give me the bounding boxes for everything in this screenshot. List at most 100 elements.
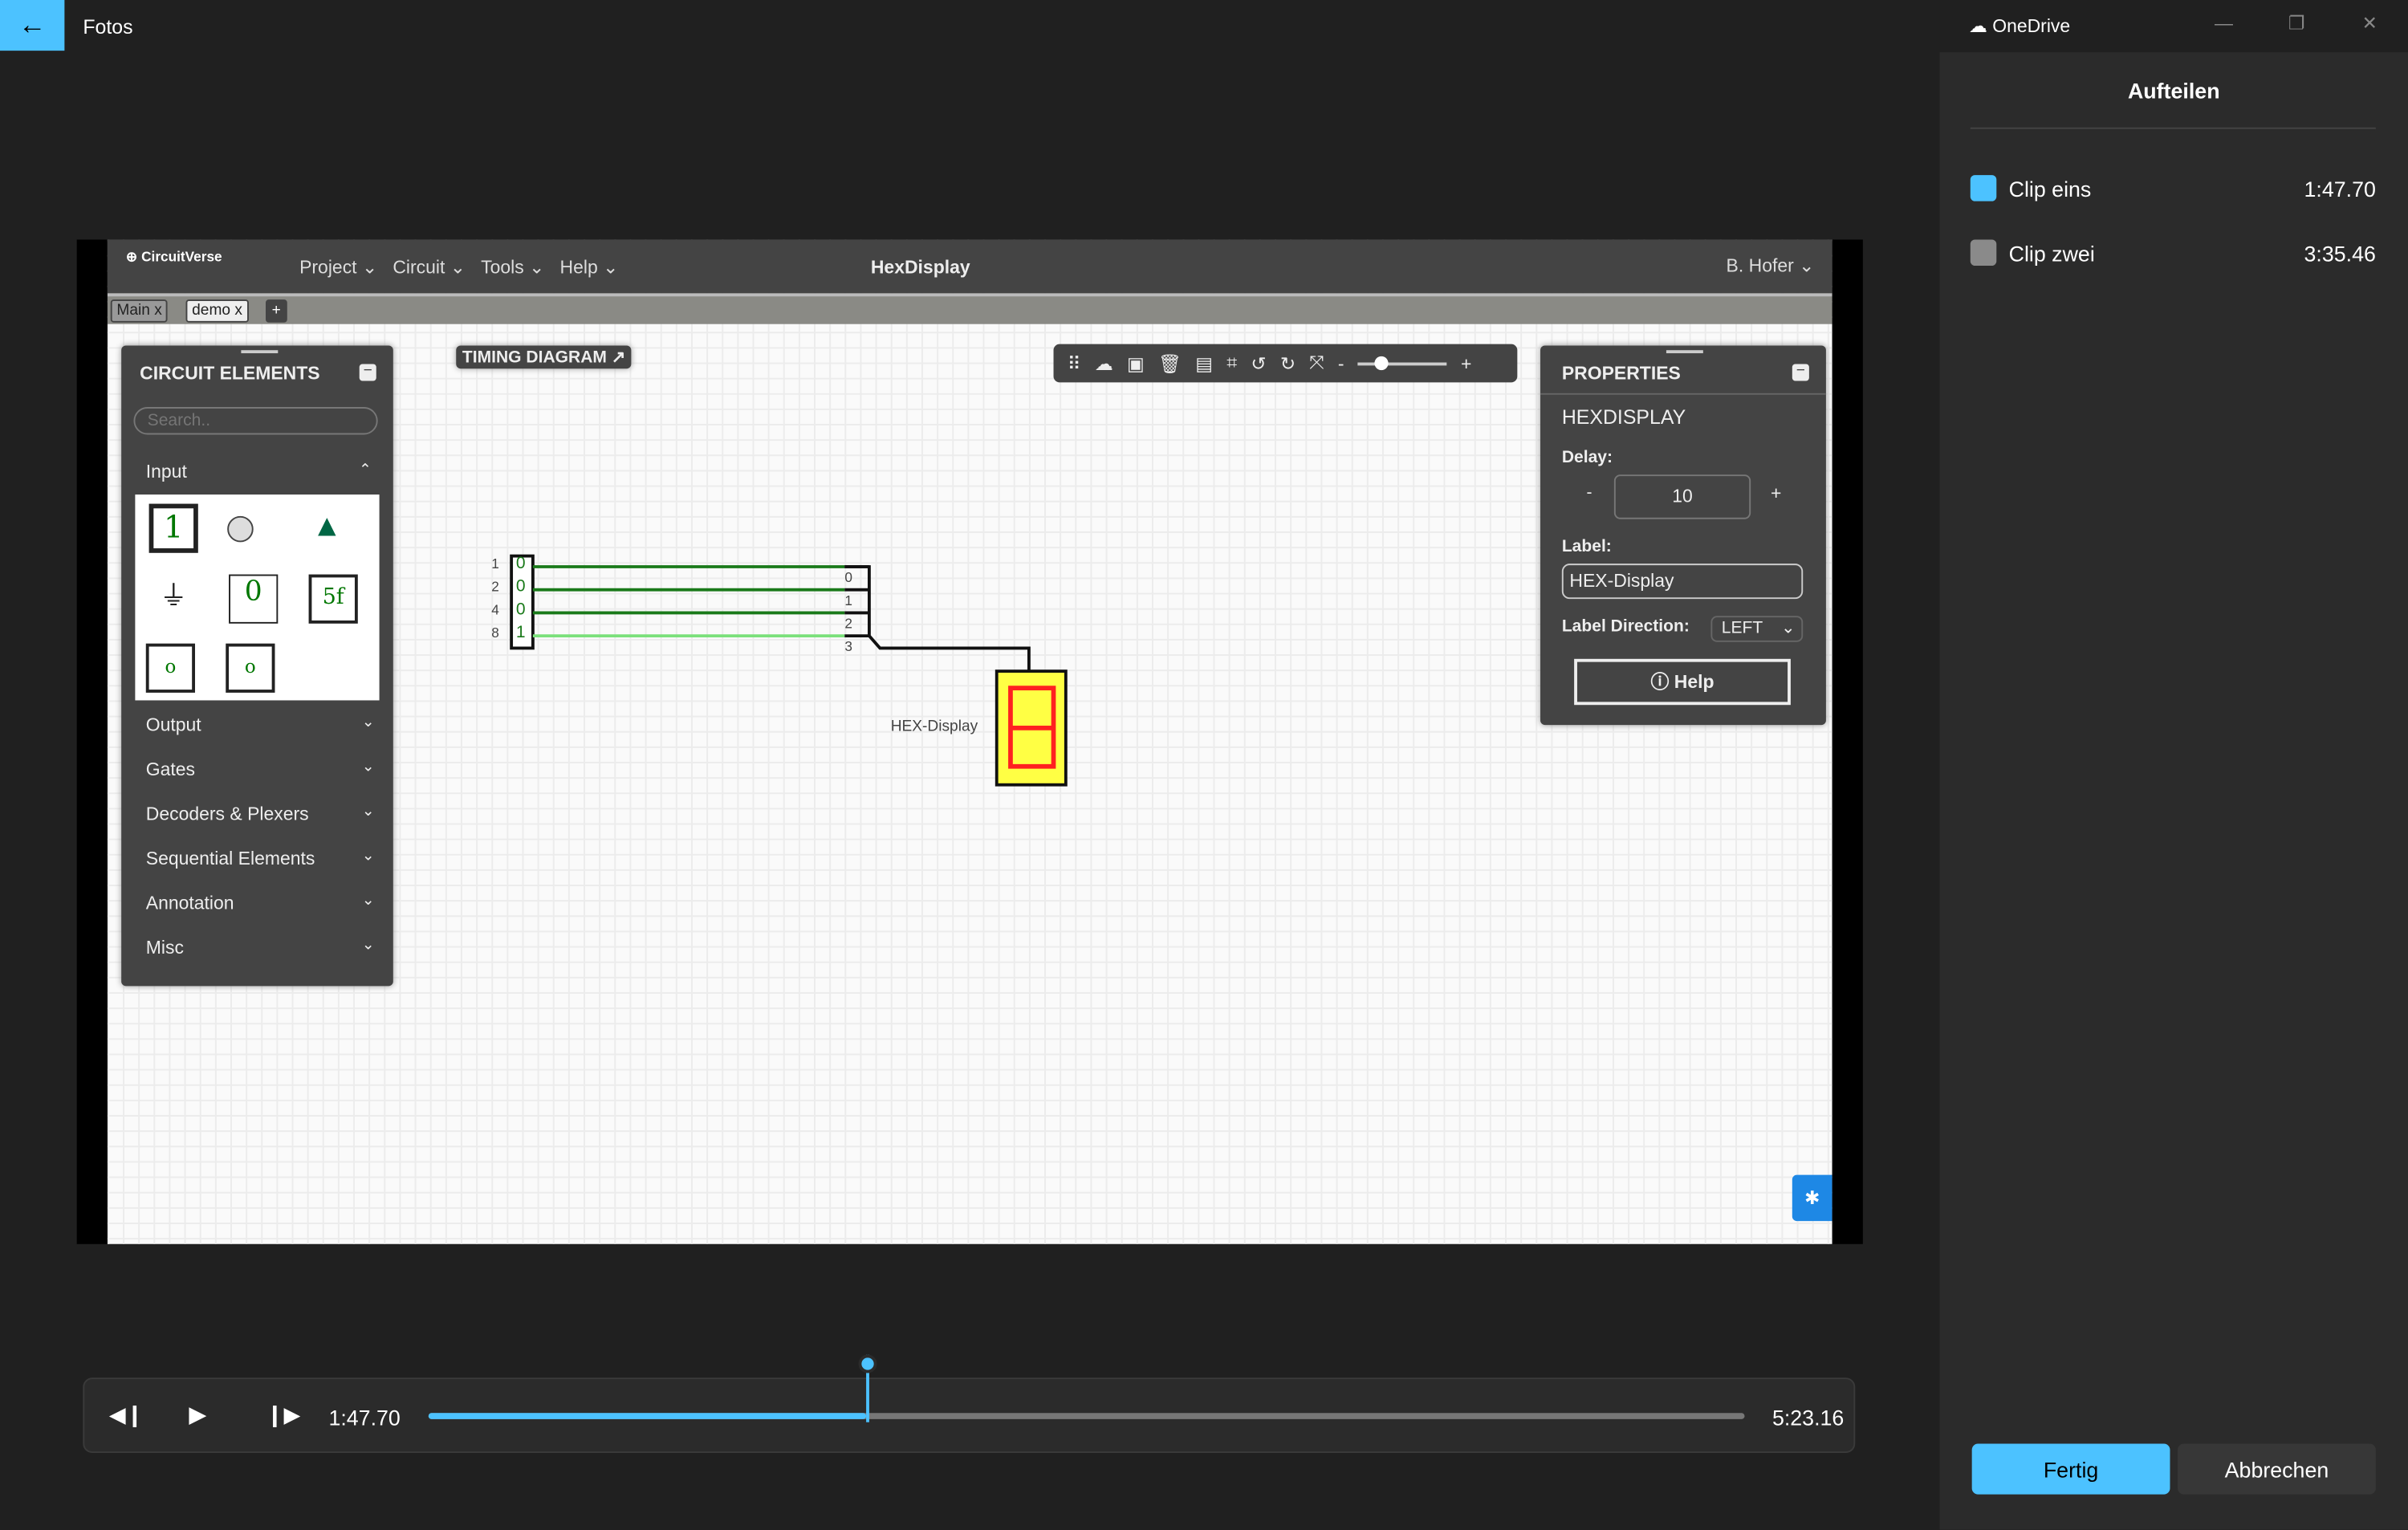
label-direction-select[interactable]: LEFT ⌄ bbox=[1710, 616, 1804, 642]
done-button[interactable]: Fertig bbox=[1971, 1443, 2170, 1495]
clip-time: 1:47.70 bbox=[2304, 177, 2376, 201]
user-menu[interactable]: B. Hofer ⌄ bbox=[1727, 255, 1815, 277]
splitter-bus bbox=[844, 565, 1031, 672]
canvas-toolbar: ⠿ ☁ ▣ 🗑 ▤ ⌗ ↺ ↻ ⤧ - + bbox=[1053, 344, 1518, 383]
category-output[interactable]: Output bbox=[146, 714, 201, 736]
label-input[interactable]: HEX-Display bbox=[1561, 564, 1804, 600]
next-frame-icon[interactable]: ❙▶ bbox=[266, 1402, 300, 1429]
timing-diagram-button[interactable]: TIMING DIAGRAM ↗ bbox=[456, 345, 633, 369]
panel-title: PROPERTIES bbox=[1561, 362, 1681, 385]
minimize-panel-button[interactable]: − bbox=[359, 363, 376, 381]
properties-panel: PROPERTIES − HEXDISPLAY Delay: - 10 + La… bbox=[1540, 345, 1826, 726]
menu-circuit[interactable]: Circuit ⌄ bbox=[393, 257, 466, 279]
menu-help[interactable]: Help ⌄ bbox=[560, 257, 619, 279]
panel-title: CIRCUIT ELEMENTS bbox=[140, 362, 320, 385]
search-input[interactable] bbox=[133, 407, 378, 435]
hex-input-element[interactable]: 5f bbox=[308, 574, 358, 624]
element-name: HEXDISPLAY bbox=[1561, 405, 1686, 429]
fit-icon[interactable]: ⌗ bbox=[1226, 352, 1237, 375]
power-element[interactable]: ▲ bbox=[311, 510, 342, 545]
clip-name[interactable]: Clip zwei bbox=[2009, 241, 2095, 266]
playback-controls: ◀❙ ▶ ❙▶ 1:47.70 5:23.16 bbox=[83, 1354, 1856, 1453]
chevron-down-icon: ⌄ bbox=[361, 803, 375, 820]
tab-demo[interactable]: demo x bbox=[185, 299, 249, 323]
cv-logo: ⊕ CircuitVerse bbox=[125, 248, 222, 265]
restore-button[interactable]: ❐ bbox=[2288, 12, 2305, 34]
menu-project[interactable]: Project ⌄ bbox=[299, 257, 377, 279]
chevron-down-icon: ⌄ bbox=[361, 714, 375, 731]
cancel-button[interactable]: Abbrechen bbox=[2178, 1443, 2376, 1495]
input-elements-grid: 1 ▲ ⏚ 0 5f o o bbox=[135, 494, 380, 701]
timeline-progress bbox=[428, 1413, 867, 1419]
delay-decrement[interactable]: - bbox=[1586, 484, 1592, 503]
delete-icon[interactable]: 🗑 bbox=[1158, 352, 1182, 374]
clock-element[interactable]: o bbox=[145, 643, 195, 693]
zoom-slider-knob[interactable] bbox=[1373, 355, 1389, 370]
image-icon[interactable]: ▤ bbox=[1195, 352, 1213, 374]
tab-main[interactable]: Main x bbox=[110, 299, 169, 323]
project-title: HexDisplay bbox=[870, 256, 970, 279]
button-element[interactable] bbox=[227, 515, 254, 543]
circuitverse-canvas[interactable]: ⊕ CircuitVerse Project ⌄ Circuit ⌄ Tools… bbox=[107, 239, 1832, 1244]
input-bit-value: 0 bbox=[515, 600, 526, 620]
constant-input-element[interactable]: 1 bbox=[148, 503, 198, 553]
cloud-upload-icon[interactable]: ☁ bbox=[1095, 352, 1113, 374]
undo-icon[interactable]: ↺ bbox=[1251, 352, 1266, 374]
redo-icon[interactable]: ↻ bbox=[1280, 352, 1296, 374]
category-misc[interactable]: Misc bbox=[146, 937, 184, 958]
clip-color-swatch[interactable] bbox=[1970, 239, 1997, 267]
category-input[interactable]: Input bbox=[146, 461, 187, 482]
clip-time: 3:35.46 bbox=[2304, 241, 2376, 267]
drag-handle[interactable] bbox=[1666, 350, 1703, 354]
cv-menu: Project ⌄ Circuit ⌄ Tools ⌄ Help ⌄ bbox=[299, 257, 618, 279]
drag-handle-icon[interactable]: ⠿ bbox=[1068, 352, 1081, 374]
category-gates[interactable]: Gates bbox=[146, 759, 195, 780]
arrow-left-icon: ← bbox=[18, 9, 47, 40]
category-annotation[interactable]: Annotation bbox=[146, 893, 234, 914]
zoom-in-button[interactable]: + bbox=[1461, 352, 1471, 374]
save-icon[interactable]: ▣ bbox=[1127, 352, 1145, 374]
category-decoders[interactable]: Decoders & Plexers bbox=[146, 804, 309, 825]
clip-name[interactable]: Clip eins bbox=[2009, 177, 2092, 201]
drag-handle[interactable] bbox=[241, 350, 279, 354]
ground-element[interactable]: ⏚ bbox=[160, 575, 187, 615]
delay-input[interactable]: 10 bbox=[1613, 474, 1751, 519]
category-sequential[interactable]: Sequential Elements bbox=[146, 848, 315, 869]
splitter-label: 3 bbox=[844, 638, 852, 655]
app-title: Fotos bbox=[83, 15, 133, 39]
input-bit-value: 0 bbox=[515, 577, 526, 596]
divider bbox=[1970, 127, 2376, 129]
random-element[interactable]: o bbox=[226, 643, 275, 693]
trim-marker[interactable] bbox=[859, 1354, 878, 1422]
input-bit-value: 1 bbox=[515, 623, 526, 642]
previous-frame-icon[interactable]: ◀❙ bbox=[109, 1402, 144, 1429]
menu-tools[interactable]: Tools ⌄ bbox=[481, 257, 544, 279]
delay-increment[interactable]: + bbox=[1771, 482, 1781, 504]
input-weight-label: 4 bbox=[491, 602, 499, 618]
play-icon[interactable]: ▶ bbox=[189, 1401, 206, 1429]
chevron-up-icon: ⌃ bbox=[358, 462, 372, 479]
clip-color-swatch[interactable] bbox=[1970, 175, 1997, 201]
minimize-panel-button[interactable]: − bbox=[1792, 363, 1809, 381]
help-button[interactable]: ⓘ Help bbox=[1574, 658, 1791, 706]
input-weight-label: 1 bbox=[491, 555, 499, 572]
bug-report-icon[interactable]: ✱ bbox=[1792, 1174, 1832, 1222]
input-weight-label: 8 bbox=[491, 625, 499, 641]
onedrive-indicator[interactable]: ☁ OneDrive bbox=[1969, 15, 2070, 37]
input-element[interactable]: 0 bbox=[229, 574, 279, 624]
close-button[interactable]: ✕ bbox=[2362, 12, 2377, 34]
label-direction-label: Label Direction: bbox=[1561, 617, 1690, 637]
back-button[interactable]: ← bbox=[0, 0, 65, 51]
input-weight-label: 2 bbox=[491, 579, 499, 595]
chevron-down-icon: ⌄ bbox=[361, 937, 375, 954]
split-sidebar: Aufteilen Clip eins 1:47.70 Clip zwei 3:… bbox=[1939, 52, 2408, 1530]
sidebar-title: Aufteilen bbox=[2127, 78, 2220, 104]
zoom-slider[interactable] bbox=[1357, 355, 1447, 370]
fullscreen-icon[interactable]: ⤧ bbox=[1309, 352, 1324, 375]
timeline-track[interactable] bbox=[428, 1413, 1745, 1419]
minimize-button[interactable]: — bbox=[2215, 12, 2233, 34]
circuit-diagram[interactable] bbox=[476, 547, 1090, 792]
current-time: 1:47.70 bbox=[328, 1405, 401, 1430]
zoom-out-button[interactable]: - bbox=[1338, 352, 1344, 374]
add-tab-button[interactable]: + bbox=[266, 299, 287, 323]
